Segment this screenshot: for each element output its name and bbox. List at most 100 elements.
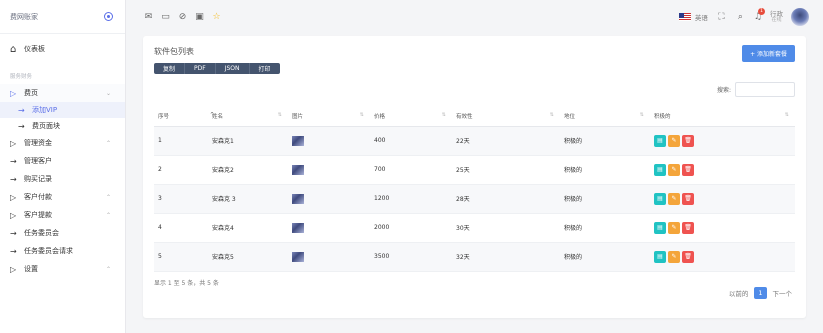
sidebar-item-customer-payments[interactable]: ▷ 客户付款 ⌃ [0,188,125,206]
notifications[interactable]: ♫ 1 [754,8,765,22]
cell-actions: ▤ ✎ 🗑 [650,213,795,242]
package-thumbnail [292,135,304,146]
sort-icon: ⇅ [549,112,554,118]
arrow-right-icon: → [10,246,17,256]
search-label: 搜索: [716,87,731,94]
cell-validity: 22天 [456,138,470,145]
chevron-up-icon: ⌃ [105,211,111,219]
search-input[interactable] [735,82,795,97]
cell-price: 3500 [374,253,390,260]
view-icon[interactable]: ▤ [654,221,666,234]
sidebar-item-label: 任务委员会请求 [24,247,73,255]
table-header-row: 序号 ^ 姓名 ⇅ 图片 ⇅ 价格 ⇅ 有效性 ⇅ 地位 ⇅ 积极的 ⇅ [154,106,795,126]
trash-icon[interactable]: 🗑 [682,163,694,176]
next-page-button[interactable]: 下一个 [770,286,796,300]
sidebar-subitem-add-vip[interactable]: → 添加VIP [0,102,125,118]
cell-name: 安森克2 [212,167,234,174]
sidebar: 费网账家 ⌂ 仪表板 服务财务 ▷ 费页 ⌄ → 添加VIP → 费页面块 ▷ … [0,0,126,333]
sidebar-item-label: 管理客户 [24,157,52,165]
column-header-image[interactable]: 图片 ⇅ [288,106,370,126]
edit-icon[interactable]: ✎ [668,163,680,176]
pagination: 以前的 1 下一个 [726,286,795,300]
cell-name: 安森克5 [212,254,234,261]
table-row: 3 安森克 3 1200 28天 积极的 ▤ ✎ 🗑 [154,184,795,213]
cell-price: 700 [374,166,386,173]
sidebar-item-label: 任务委员会 [24,229,59,237]
view-icon[interactable]: ▤ [654,163,666,176]
trash-icon[interactable]: 🗑 [682,221,694,234]
table-row: 5 安森克5 3500 32天 积极的 ▤ ✎ 🗑 [154,242,795,271]
sidebar-item-manage-customers[interactable]: → 管理客户 [0,152,125,170]
edit-icon[interactable]: ✎ [668,192,680,205]
cell-no: 2 [158,166,162,173]
avatar[interactable] [791,8,809,26]
sort-icon: ⇅ [359,112,364,118]
user-info[interactable]: 行政 在线 [770,10,783,24]
play-icon: ▷ [10,192,17,202]
trash-icon[interactable]: 🗑 [682,134,694,147]
view-icon[interactable]: ▤ [654,250,666,263]
play-icon: ▷ [10,138,17,148]
star-icon[interactable]: ☆ [211,12,222,22]
column-header-status[interactable]: 地位 ⇅ [560,106,650,126]
column-header-name[interactable]: 姓名 ⇅ [208,106,288,126]
sidebar-item-purchase-records[interactable]: → 购买记录 [0,170,125,188]
fullscreen-icon[interactable]: ⛶ [716,12,727,22]
column-header-validity[interactable]: 有效性 ⇅ [452,106,560,126]
json-button[interactable]: JSON [215,63,250,74]
column-header-price[interactable]: 价格 ⇅ [370,106,452,126]
play-icon: ▷ [10,264,17,274]
topbar: ✉ ▭ ⊘ ▣ ☆ 英语 ⛶ ⌕ ♫ 1 行政 在线 [126,0,823,34]
add-package-button[interactable]: + 添加新套餐 [742,45,795,62]
sidebar-item-dashboard[interactable]: ⌂ 仪表板 [0,38,125,60]
chevron-up-icon: ⌃ [105,193,111,201]
mail-icon[interactable]: ✉ [143,12,154,22]
sidebar-subitem-fee-blocks[interactable]: → 费页面块 [0,118,125,134]
cell-image [288,213,370,242]
cell-status: 积极的 [564,167,583,174]
package-thumbnail [292,222,304,233]
sidebar-item-settings[interactable]: ▷ 设置 ⌃ [0,260,125,278]
view-icon[interactable]: ▤ [654,134,666,147]
cell-image [288,126,370,155]
page-1-button[interactable]: 1 [754,287,767,299]
trash-icon[interactable]: 🗑 [682,250,694,263]
sort-icon: ⇅ [441,112,446,118]
cell-name: 安森克 3 [212,196,236,203]
calendar-icon[interactable]: ▣ [194,12,205,22]
chat-icon[interactable]: ▭ [160,12,171,22]
arrow-right-icon: → [18,105,25,115]
sidebar-item-task-committee-requests[interactable]: → 任务委员会请求 [0,242,125,260]
prev-page-button[interactable]: 以前的 [726,286,752,300]
edit-icon[interactable]: ✎ [668,221,680,234]
language-label[interactable]: 英语 [695,12,708,22]
column-header-actions[interactable]: 积极的 ⇅ [650,106,795,126]
column-header-no[interactable]: 序号 ^ [154,106,214,126]
edit-icon[interactable]: ✎ [668,250,680,263]
header-label: 地位 [564,113,576,120]
cell-status: 积极的 [564,138,583,145]
package-thumbnail [292,164,304,175]
sidebar-toggle-icon[interactable] [104,12,113,21]
sidebar-item-label: 设置 [24,265,38,273]
sidebar-item-task-committee[interactable]: → 任务委员会 [0,224,125,242]
view-icon[interactable]: ▤ [654,192,666,205]
copy-button[interactable]: 复制 [154,63,186,74]
cell-price: 400 [374,137,386,144]
home-icon: ⌂ [10,43,17,55]
pdf-button[interactable]: PDF [185,63,216,74]
brand-name: 费网账家 [10,12,38,21]
us-flag-icon[interactable] [678,13,691,21]
edit-icon[interactable]: ✎ [668,134,680,147]
print-button[interactable]: 打印 [249,63,280,74]
search-icon[interactable]: ⌕ [735,12,746,22]
trash-icon[interactable]: 🗑 [682,192,694,205]
sidebar-item-label: 费页 [24,89,38,97]
sidebar-item-manage-funds[interactable]: ▷ 管理资金 ⌃ [0,134,125,152]
sidebar-item-fees[interactable]: ▷ 费页 ⌄ [0,84,125,102]
header-label: 序号 [158,113,170,120]
sidebar-item-label: 添加VIP [32,106,58,114]
play-icon: ▷ [10,88,17,98]
sidebar-item-customer-withdrawals[interactable]: ▷ 客户提款 ⌃ [0,206,125,224]
check-circle-icon[interactable]: ⊘ [177,12,188,22]
